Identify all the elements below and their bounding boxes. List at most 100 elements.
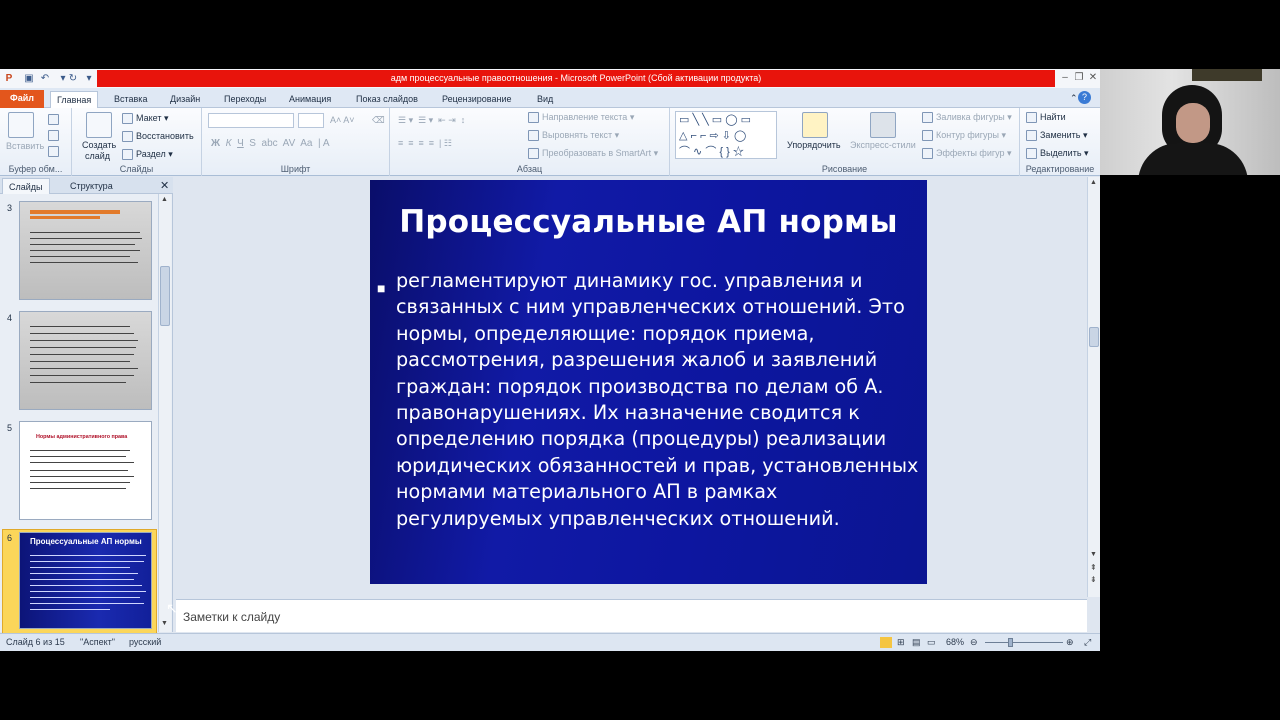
minimize-icon[interactable]: – bbox=[1058, 71, 1072, 85]
thumb-text-line bbox=[30, 603, 144, 604]
slide-thumbnail-3[interactable] bbox=[19, 201, 152, 300]
tab-design[interactable]: Дизайн bbox=[164, 91, 206, 108]
scroll-down-icon[interactable]: ▼ bbox=[1090, 551, 1097, 558]
thumb-text-line bbox=[30, 368, 138, 369]
redo-icon[interactable]: ↻ bbox=[66, 71, 80, 86]
customize-qat-icon[interactable]: ▾ bbox=[82, 71, 96, 86]
scrollbar-thumb[interactable] bbox=[160, 266, 170, 326]
thumb-text-line bbox=[30, 561, 144, 562]
clear-format-icon[interactable]: ⌫ bbox=[372, 115, 385, 126]
cut-icon[interactable] bbox=[48, 114, 62, 126]
slide-body-text[interactable]: регламентируют динамику гос. управления … bbox=[396, 268, 926, 532]
zoom-level[interactable]: 68% bbox=[946, 637, 964, 647]
paste-button[interactable]: Вставить bbox=[6, 141, 44, 152]
tab-insert[interactable]: Вставка bbox=[108, 91, 153, 108]
group-font: A˄ A˅ ⌫ Ж К Ч S abc AV Aa | A Шрифт bbox=[202, 108, 390, 176]
tab-outline[interactable]: Структура bbox=[64, 178, 119, 194]
smartart-button[interactable]: Преобразовать в SmartArt ▾ bbox=[528, 148, 658, 160]
replace-button[interactable]: Заменить ▾ bbox=[1026, 130, 1087, 142]
font-name-combobox[interactable] bbox=[208, 113, 294, 128]
tab-file[interactable]: Файл bbox=[0, 90, 44, 108]
new-slide-icon[interactable] bbox=[86, 112, 112, 138]
window-title: адм процессуальные правоотношения - Micr… bbox=[97, 70, 1055, 87]
tab-slideshow[interactable]: Показ слайдов bbox=[350, 91, 424, 108]
thumb-text-line bbox=[30, 567, 130, 568]
next-slide-icon[interactable]: ⇟ bbox=[1090, 575, 1097, 584]
slides-panel-scrollbar[interactable]: ▲ ▼ bbox=[158, 194, 171, 632]
thumb-text-line bbox=[30, 609, 110, 610]
arrange-icon[interactable] bbox=[802, 112, 828, 138]
format-painter-icon[interactable] bbox=[48, 146, 62, 158]
find-button[interactable]: Найти bbox=[1026, 112, 1066, 124]
undo-icon[interactable]: ↶ bbox=[38, 71, 52, 86]
arrange-button[interactable]: Упорядочить bbox=[787, 140, 841, 151]
scroll-up-icon[interactable]: ▲ bbox=[161, 196, 168, 203]
close-panel-icon[interactable]: ✕ bbox=[154, 178, 175, 194]
thumb-text-line bbox=[30, 256, 130, 257]
quick-styles-icon[interactable] bbox=[870, 112, 896, 138]
tab-transitions[interactable]: Переходы bbox=[218, 91, 272, 108]
close-icon[interactable]: ✕ bbox=[1086, 71, 1100, 85]
align-text-button[interactable]: Выровнять текст ▾ bbox=[528, 130, 619, 142]
new-slide-label-1[interactable]: Создать bbox=[82, 140, 116, 151]
notes-placeholder: Заметки к слайду bbox=[183, 610, 281, 624]
normal-view-icon[interactable] bbox=[880, 637, 892, 648]
notes-pane[interactable]: Заметки к слайду bbox=[176, 599, 1087, 632]
smartart-label: Преобразовать в SmartArt bbox=[542, 148, 652, 158]
mouse-cursor-icon: ↖ bbox=[166, 600, 178, 616]
thumb-heading: Процессуальные АП нормы bbox=[30, 537, 142, 546]
group-label-editing: Редактирование bbox=[1025, 164, 1095, 174]
tab-home[interactable]: Главная bbox=[50, 91, 99, 108]
language[interactable]: русский bbox=[129, 637, 161, 647]
font-style-icons[interactable]: Ж К Ч S abc AV Aa | A bbox=[211, 138, 330, 149]
thumbnail-number: 4 bbox=[7, 313, 13, 323]
tab-review[interactable]: Рецензирование bbox=[436, 91, 518, 108]
prev-slide-icon[interactable]: ⇞ bbox=[1090, 563, 1097, 572]
shape-outline-button[interactable]: Контур фигуры ▾ bbox=[922, 130, 1006, 142]
font-size-combobox[interactable] bbox=[298, 113, 324, 128]
save-icon[interactable]: ▣ bbox=[22, 71, 36, 86]
scrollbar-thumb[interactable] bbox=[1089, 327, 1099, 347]
copy-icon[interactable] bbox=[48, 130, 62, 142]
thumb-text-line bbox=[30, 456, 126, 457]
select-button[interactable]: Выделить ▾ bbox=[1026, 148, 1089, 160]
list-icons[interactable]: ☰ ▾ ☰ ▾ ⇤ ⇥ ↕ bbox=[398, 115, 465, 126]
slide-thumbnail-4[interactable] bbox=[19, 311, 152, 410]
paste-icon[interactable] bbox=[8, 112, 34, 138]
align-icons[interactable]: ≡ ≡ ≡ ≡ | ☷ bbox=[398, 138, 452, 149]
thumb-text-line bbox=[30, 579, 134, 580]
new-slide-label-2[interactable]: слайд bbox=[85, 151, 110, 162]
zoom-slider[interactable] bbox=[985, 642, 1063, 643]
thumbnail-number: 6 bbox=[7, 533, 13, 543]
slide-sorter-icon[interactable]: ⊞ bbox=[897, 637, 905, 648]
zoom-slider-handle[interactable] bbox=[1008, 638, 1013, 647]
slide-thumbnail-6[interactable]: Процессуальные АП нормы bbox=[19, 532, 152, 629]
text-direction-button[interactable]: Направление текста ▾ bbox=[528, 112, 634, 124]
quick-styles-button[interactable]: Экспресс-стили bbox=[850, 140, 916, 151]
fit-to-window-icon[interactable]: ⤢ bbox=[1084, 637, 1091, 648]
slide-scrollbar[interactable]: ▲ ▼ ⇞ ⇟ bbox=[1087, 177, 1100, 597]
shape-fill-button[interactable]: Заливка фигуры ▾ bbox=[922, 112, 1012, 124]
section-button[interactable]: Раздел ▾ bbox=[122, 149, 173, 161]
help-icon[interactable]: ? bbox=[1078, 91, 1091, 104]
zoom-in-icon[interactable]: ⊕ bbox=[1066, 637, 1074, 648]
slideshow-view-icon[interactable]: ▭ bbox=[927, 637, 936, 648]
restore-icon[interactable]: ❐ bbox=[1072, 71, 1086, 85]
tab-view[interactable]: Вид bbox=[531, 91, 559, 108]
layout-label: Макет bbox=[136, 113, 162, 123]
zoom-out-icon[interactable]: ⊖ bbox=[970, 637, 978, 648]
reset-button[interactable]: Восстановить bbox=[122, 131, 194, 143]
scroll-up-icon[interactable]: ▲ bbox=[1090, 179, 1097, 186]
thumb-text-line bbox=[30, 382, 126, 383]
layout-button[interactable]: Макет ▾ bbox=[122, 113, 169, 125]
slide-thumbnail-5[interactable]: Нормы административного права bbox=[19, 421, 152, 520]
current-slide[interactable]: Процессуальные АП нормы ■ регламентируют… bbox=[370, 180, 927, 584]
shapes-gallery[interactable]: ▭ ╲ ╲ ▭ ◯ ▭ △ ⌐ ⌐ ⇨ ⇩ ◯ ⌒ ∿ ⌒ { } ☆ bbox=[675, 111, 777, 159]
slide-title[interactable]: Процессуальные АП нормы bbox=[370, 204, 927, 240]
reading-view-icon[interactable]: ▤ bbox=[912, 637, 921, 648]
grow-font-icon[interactable]: A˄ A˅ bbox=[330, 115, 355, 126]
tab-animation[interactable]: Анимация bbox=[283, 91, 337, 108]
shape-effects-button[interactable]: Эффекты фигур ▾ bbox=[922, 148, 1012, 160]
tab-slides[interactable]: Слайды bbox=[2, 178, 50, 194]
scroll-down-icon[interactable]: ▼ bbox=[161, 620, 168, 627]
